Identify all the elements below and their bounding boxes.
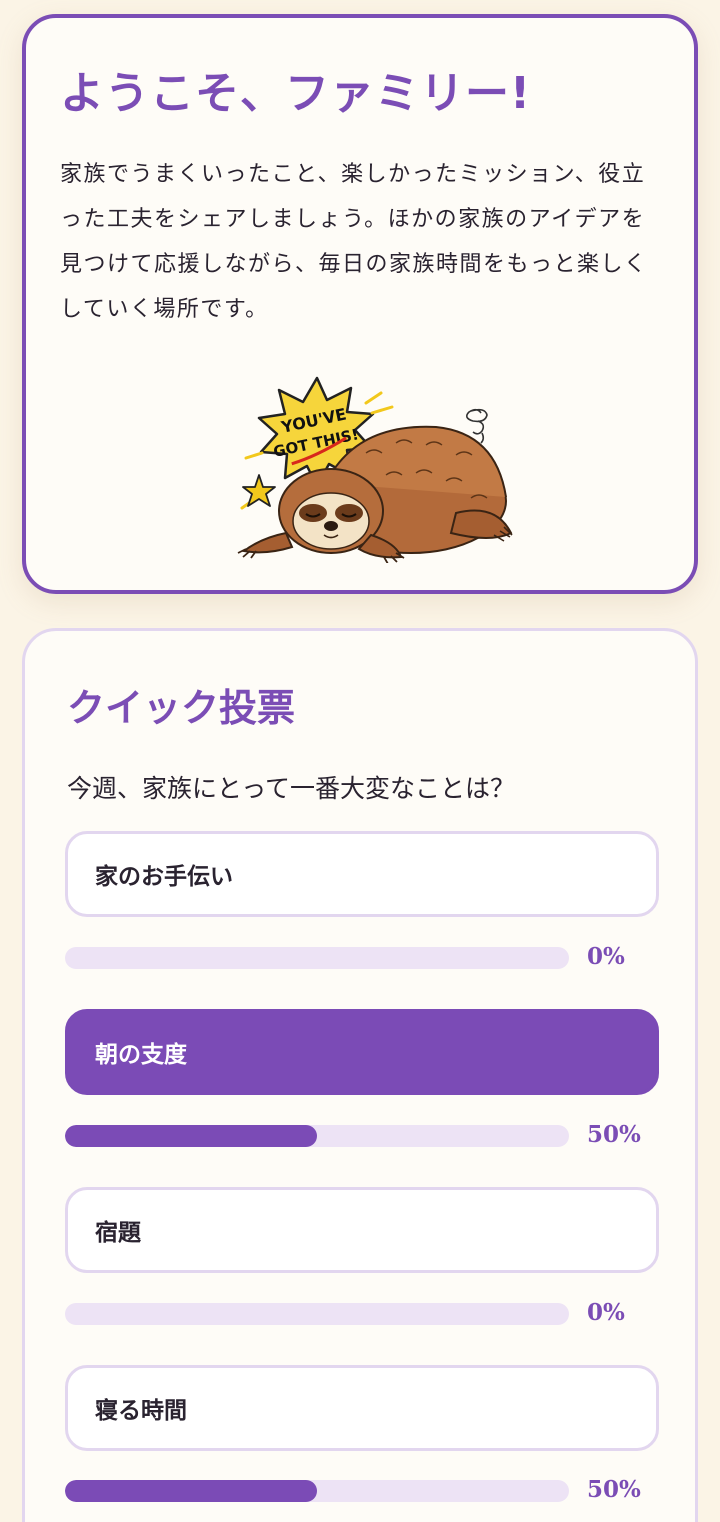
welcome-description: 家族でうまくいったこと、楽しかったミッション、役立った工夫をシェアしましょう。ほ… bbox=[60, 162, 648, 322]
poll-result-bar bbox=[65, 947, 569, 969]
poll-result-bar bbox=[65, 1480, 569, 1502]
poll-option-label: 宿題 bbox=[95, 1220, 141, 1246]
welcome-title: ようこそ、ファミリー! bbox=[60, 68, 532, 119]
poll-result-percent: 50% bbox=[587, 1121, 641, 1148]
poll-result-fill bbox=[65, 1125, 317, 1147]
poll-result-percent: 50% bbox=[587, 1476, 641, 1503]
poll-option-label: 寝る時間 bbox=[95, 1398, 187, 1424]
sloth-illustration: YOU'VE GOT THIS! bbox=[237, 376, 513, 563]
poll-result-bar bbox=[65, 1125, 569, 1147]
poll-title: クイック投票 bbox=[67, 686, 296, 730]
poll-option-morning-routine[interactable]: 朝の支度 bbox=[65, 1009, 659, 1095]
welcome-card: ようこそ、ファミリー! 家族でうまくいったこと、楽しかったミッション、役立った工… bbox=[22, 14, 698, 594]
poll-option-chores[interactable]: 家のお手伝い bbox=[65, 831, 659, 917]
poll-result-percent: 0% bbox=[587, 1299, 625, 1326]
star-icon bbox=[242, 474, 276, 507]
poll-option-label: 朝の支度 bbox=[95, 1042, 187, 1068]
poll-option-homework[interactable]: 宿題 bbox=[65, 1187, 659, 1273]
poll-result-percent: 0% bbox=[587, 943, 625, 970]
poll-option-bedtime[interactable]: 寝る時間 bbox=[65, 1365, 659, 1451]
poll-result-bar bbox=[65, 1303, 569, 1325]
quick-poll-card: クイック投票 今週、家族にとって一番大変なことは？ 家のお手伝い 0% 朝の支度… bbox=[22, 628, 698, 1522]
poll-option-label: 家のお手伝い bbox=[95, 864, 233, 890]
poll-result-fill bbox=[65, 1480, 317, 1502]
poll-question: 今週、家族にとって一番大変なことは？ bbox=[67, 774, 516, 803]
